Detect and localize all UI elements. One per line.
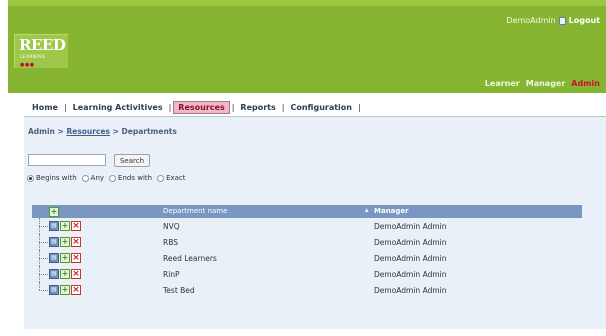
search-input[interactable] <box>28 154 106 166</box>
manager-cell: DemoAdmin Admin <box>374 222 447 231</box>
nav-separator: | <box>63 102 67 112</box>
add-child-icon[interactable]: + <box>60 269 70 279</box>
row-actions: ▤ + × <box>49 253 81 263</box>
tree-connector <box>36 250 50 266</box>
column-manager[interactable]: Manager <box>374 207 409 215</box>
add-department-icon[interactable]: + <box>49 207 59 217</box>
logo-subtitle: LEARNING <box>20 55 46 60</box>
role-admin[interactable]: Admin <box>571 79 600 88</box>
row-actions: ▤ + × <box>49 221 81 231</box>
breadcrumb-separator: > <box>112 127 119 136</box>
grid-header: + Department name ▴ Manager <box>32 205 582 218</box>
department-name-cell: Reed Learners <box>163 254 217 263</box>
role-manager[interactable]: Manager <box>526 79 566 88</box>
edit-icon[interactable]: ▤ <box>49 253 59 263</box>
add-child-icon[interactable]: + <box>60 221 70 231</box>
delete-icon[interactable]: × <box>71 269 81 279</box>
department-name-cell: RinP <box>163 270 180 279</box>
nav-learning-activities[interactable]: Learning Activitives <box>69 102 167 113</box>
add-child-icon[interactable]: + <box>60 237 70 247</box>
option-ends-with[interactable]: Ends with <box>109 174 152 182</box>
radio-exact[interactable] <box>157 174 165 182</box>
delete-icon[interactable]: × <box>71 237 81 247</box>
radio-ends-with[interactable] <box>109 174 117 182</box>
edit-icon[interactable]: ▤ <box>49 269 59 279</box>
nav-separator: | <box>231 102 235 112</box>
option-any[interactable]: Any <box>81 174 105 182</box>
nav-separator: | <box>168 102 172 112</box>
tree-connector <box>36 234 50 250</box>
nav-home[interactable]: Home <box>28 102 62 113</box>
option-label: Ends with <box>118 174 153 182</box>
breadcrumb-resources-link[interactable]: Resources <box>66 127 110 136</box>
logo-dots: ●●● <box>20 62 35 68</box>
main-nav: Home | Learning Activitives | Resources … <box>28 100 363 114</box>
edit-icon[interactable]: ▤ <box>49 285 59 295</box>
department-name-cell: Test Bed <box>163 286 195 295</box>
department-name-cell: NVQ <box>163 222 180 231</box>
add-child-icon[interactable]: + <box>60 285 70 295</box>
radio-begins-with[interactable] <box>27 174 34 182</box>
breadcrumb: Admin > Resources > Departments <box>28 127 177 136</box>
nav-separator: | <box>357 102 361 112</box>
role-switcher: Learner Manager Admin <box>485 79 600 88</box>
radio-any[interactable] <box>81 174 89 182</box>
row-actions: ▤ + × <box>49 237 81 247</box>
manager-cell: DemoAdmin Admin <box>374 254 447 263</box>
manager-cell: DemoAdmin Admin <box>374 238 447 247</box>
username: DemoAdmin <box>506 16 556 25</box>
option-label: Exact <box>166 174 186 182</box>
tree-connector <box>36 218 50 234</box>
delete-icon[interactable]: × <box>71 285 81 295</box>
table-row: ▤ + × Test Bed DemoAdmin Admin <box>32 282 582 298</box>
logo-title: REED <box>19 36 66 54</box>
nav-separator: | <box>281 102 285 112</box>
table-row: ▤ + × Reed Learners DemoAdmin Admin <box>32 250 582 266</box>
tree-connector <box>36 266 50 282</box>
option-begins-with[interactable]: Begins with <box>27 174 77 182</box>
search-mode-options: Begins with Any Ends with Exact <box>27 174 191 182</box>
nav-reports[interactable]: Reports <box>236 102 279 113</box>
nav-resources[interactable]: Resources <box>173 100 230 114</box>
column-department-name[interactable]: Department name <box>163 207 227 215</box>
breadcrumb-separator: > <box>57 127 64 136</box>
row-actions: ▤ + × <box>49 269 81 279</box>
logout-link[interactable]: Logout <box>569 16 600 25</box>
tree-connector <box>36 282 50 298</box>
logout-icon[interactable] <box>558 16 566 25</box>
breadcrumb-admin: Admin <box>28 127 55 136</box>
departments-grid: + Department name ▴ Manager ▤ + × NVQ De… <box>32 205 582 298</box>
user-area: DemoAdmin Logout <box>506 16 600 25</box>
role-learner[interactable]: Learner <box>485 79 520 88</box>
add-child-icon[interactable]: + <box>60 253 70 263</box>
sort-asc-icon: ▴ <box>365 206 369 214</box>
manager-cell: DemoAdmin Admin <box>374 286 447 295</box>
delete-icon[interactable]: × <box>71 221 81 231</box>
row-actions: ▤ + × <box>49 285 81 295</box>
option-exact[interactable]: Exact <box>157 174 186 182</box>
table-row: ▤ + × RBS DemoAdmin Admin <box>32 234 582 250</box>
reed-learning-logo[interactable]: REED LEARNING ●●● <box>14 34 68 68</box>
content-panel: Admin > Resources > Departments Search B… <box>24 117 606 329</box>
edit-icon[interactable]: ▤ <box>49 221 59 231</box>
option-label: Any <box>90 174 105 182</box>
department-name-cell: RBS <box>163 238 178 247</box>
delete-icon[interactable]: × <box>71 253 81 263</box>
option-label: Begins with <box>36 174 77 182</box>
header-top-line <box>8 0 606 6</box>
breadcrumb-departments: Departments <box>121 127 177 136</box>
edit-icon[interactable]: ▤ <box>49 237 59 247</box>
search-button[interactable]: Search <box>114 154 150 167</box>
table-row: ▤ + × RinP DemoAdmin Admin <box>32 266 582 282</box>
manager-cell: DemoAdmin Admin <box>374 270 447 279</box>
nav-configuration[interactable]: Configuration <box>286 102 356 113</box>
header-bar: REED LEARNING ●●● DemoAdmin Logout Learn… <box>8 0 606 93</box>
table-row: ▤ + × NVQ DemoAdmin Admin <box>32 218 582 234</box>
